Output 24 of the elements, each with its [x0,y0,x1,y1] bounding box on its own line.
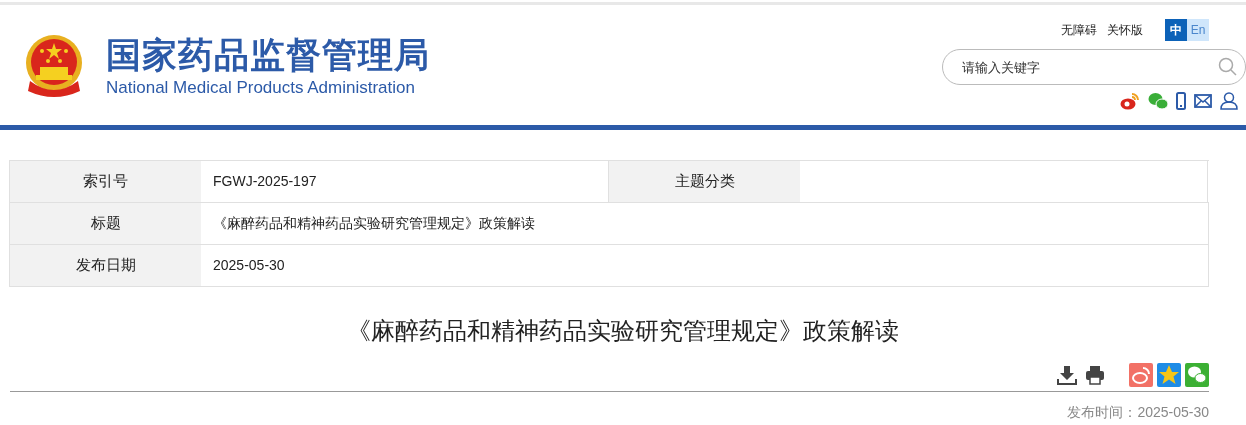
table-label-cell: 发布日期 [10,245,201,286]
user-icon[interactable] [1220,92,1238,110]
site-subtitle: National Medical Products Administration [106,77,416,99]
weibo-icon[interactable] [1120,92,1140,110]
weibo-share-icon[interactable] [1129,363,1153,387]
download-icon[interactable] [1057,365,1077,385]
language-tab[interactable]: 中 [1165,19,1187,41]
print-icon[interactable] [1085,365,1105,385]
top-link[interactable]: 无障碍 [1061,21,1097,39]
mail-icon[interactable] [1194,94,1212,108]
article-title: 《麻醉药品和精神药品实验研究管理规定》政策解读 [347,316,899,346]
wechat-share-icon[interactable] [1185,363,1209,387]
site-title: 国家药品监督管理局 [106,34,430,76]
table-label-cell: 主题分类 [609,161,800,202]
qzone-star-icon[interactable] [1157,363,1181,387]
table-value-cell: 《麻醉药品和精神药品实验研究管理规定》政策解读 [201,203,1209,244]
search-field[interactable]: 请输入关键字 [942,49,1246,85]
wechat-icon[interactable] [1148,92,1168,110]
table-label-cell: 索引号 [10,161,201,202]
table-label-cell: 标题 [10,203,201,244]
table-value-cell: 2025-05-30 [201,245,1209,286]
publish-time: 发布时间：2025-05-30 [1067,403,1209,422]
top-link[interactable]: 关怀版 [1107,21,1143,39]
mobile-phone-icon[interactable] [1176,92,1186,110]
